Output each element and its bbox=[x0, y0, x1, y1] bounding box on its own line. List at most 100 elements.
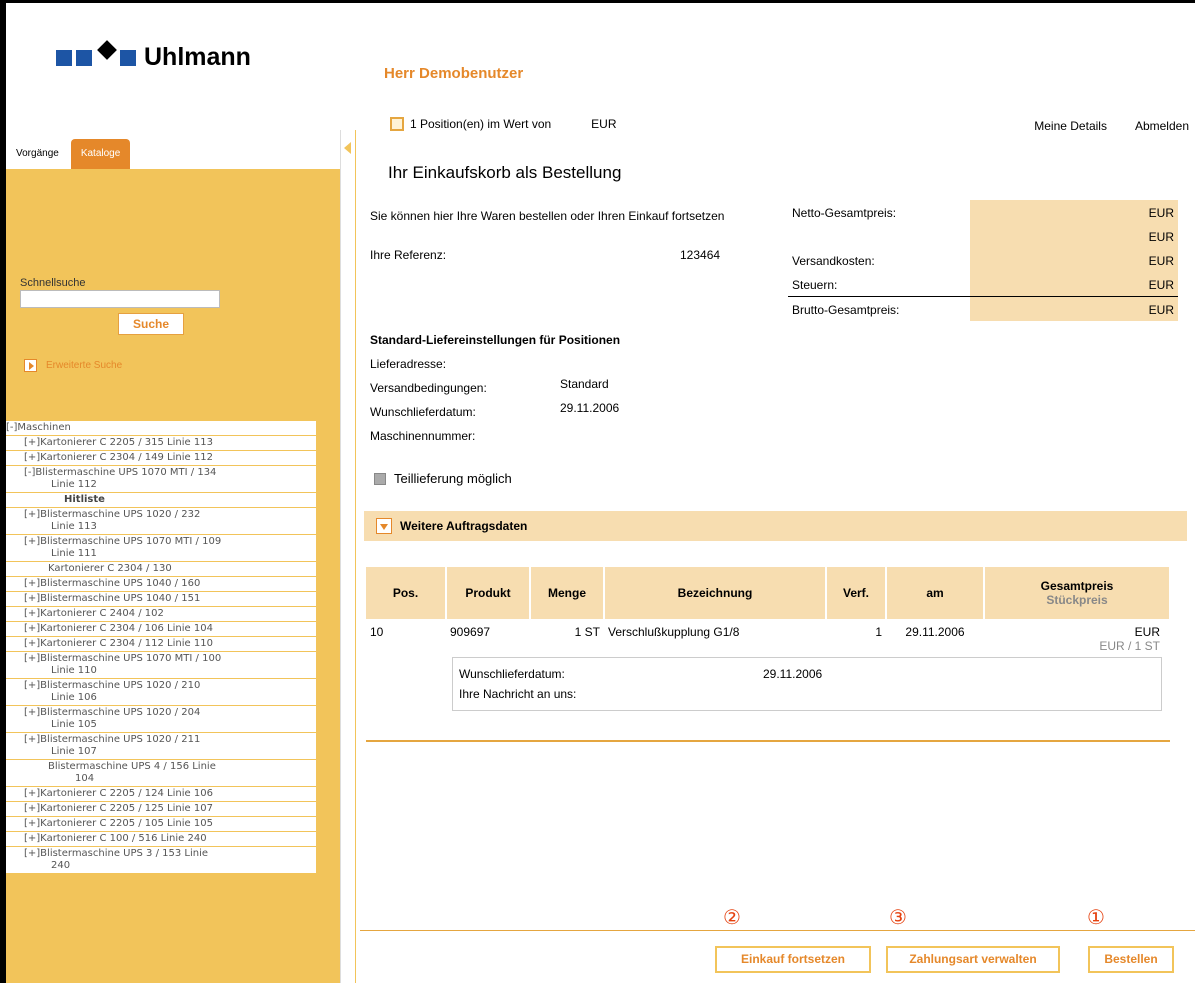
tree-node[interactable]: [+]Kartonierer C 2404 / 102 bbox=[6, 607, 316, 622]
main-content: Herr Demobenutzer 1 Position(en) im Wert… bbox=[360, 3, 1195, 983]
top-links: Meine Details Abmelden bbox=[1034, 119, 1189, 133]
partial-delivery-checkbox[interactable] bbox=[374, 472, 386, 485]
sidebar-collapse-bar[interactable] bbox=[340, 130, 356, 983]
tree-node-label: [+]Blistermaschine UPS 1020 / 232 bbox=[24, 509, 201, 520]
tree-node-label-cont: 240 bbox=[51, 860, 71, 871]
manage-payment-button[interactable]: Zahlungsart verwalten bbox=[886, 946, 1060, 973]
tab-kataloge[interactable]: Kataloge bbox=[70, 139, 131, 169]
tree-node-label: [+]Blistermaschine UPS 1020 / 211 bbox=[24, 734, 201, 745]
brand-logo: Uhlmann bbox=[56, 39, 251, 72]
cart-icon[interactable] bbox=[390, 117, 404, 131]
tree-node-label-cont: Linie 105 bbox=[51, 719, 97, 730]
my-details-link[interactable]: Meine Details bbox=[1034, 119, 1107, 133]
tree-node-label: [+]Kartonierer C 2205 / 315 Linie 113 bbox=[24, 437, 213, 448]
table-detail-row: Wunschlieferdatum: 29.11.2006 Ihre Nachr… bbox=[366, 653, 1170, 711]
logout-link[interactable]: Abmelden bbox=[1135, 119, 1189, 133]
arrow-right-icon bbox=[24, 359, 37, 372]
tree-node[interactable]: [-]Maschinen bbox=[6, 421, 316, 436]
totals-box: Netto-Gesamtpreis: EUR EUR Versandkosten:… bbox=[788, 200, 1178, 321]
continue-shopping-button[interactable]: Einkauf fortsetzen bbox=[715, 946, 871, 973]
search-button[interactable]: Suche bbox=[118, 313, 184, 335]
sidebar-tabs: Vorgänge Kataloge bbox=[6, 135, 131, 169]
cell-bezeichnung: Verschlußkupplung G1/8 bbox=[608, 625, 740, 639]
delivery-settings-title: Standard-Liefereinstellungen für Positio… bbox=[370, 333, 621, 347]
reference-label: Ihre Referenz: bbox=[370, 248, 447, 262]
col-verf: Verf. bbox=[826, 567, 887, 619]
tree-node[interactable]: [+]Kartonierer C 2304 / 149 Linie 112 bbox=[6, 451, 316, 466]
tree-node-label: [+]Blistermaschine UPS 1070 MTI / 100 bbox=[24, 653, 222, 664]
intro-text: Sie können hier Ihre Waren bestellen ode… bbox=[370, 209, 725, 223]
col-pos: Pos. bbox=[366, 567, 447, 619]
partial-delivery-label: Teillieferung möglich bbox=[394, 471, 512, 486]
shipping-value: EUR bbox=[970, 248, 1178, 272]
advanced-search-label: Erweiterte Suche bbox=[46, 360, 123, 371]
table-header-row: Pos. Produkt Menge Bezeichnung Verf. am … bbox=[366, 567, 1171, 619]
shipping-terms-value: Standard bbox=[560, 377, 609, 391]
user-name: Herr Demobenutzer bbox=[384, 65, 524, 82]
tree-node[interactable]: [+]Blistermaschine UPS 1070 MTI / 100 Lin… bbox=[6, 652, 316, 679]
tree-node[interactable]: [+]Blistermaschine UPS 1070 MTI / 109 Lin… bbox=[6, 535, 316, 562]
tree-node[interactable]: [+]Kartonierer C 2205 / 315 Linie 113 bbox=[6, 436, 316, 451]
brutto-label: Brutto-Gesamtpreis: bbox=[792, 303, 900, 317]
tree-node-label: [+]Kartonierer C 2304 / 106 Linie 104 bbox=[24, 623, 213, 634]
tree-node-label: [-]Blistermaschine UPS 1070 MTI / 134 bbox=[24, 467, 217, 478]
item-detail-box: Wunschlieferdatum: 29.11.2006 Ihre Nachr… bbox=[452, 657, 1162, 711]
more-order-data-toggle[interactable]: Weitere Auftragsdaten bbox=[364, 511, 1187, 541]
tab-vorgaenge[interactable]: Vorgänge bbox=[6, 139, 69, 169]
tree-node[interactable]: Kartonierer C 2304 / 130 bbox=[6, 562, 316, 577]
col-am: am bbox=[886, 567, 985, 619]
tax-value: EUR bbox=[970, 272, 1178, 296]
tree-node[interactable]: Hitliste bbox=[6, 493, 316, 508]
tree-node[interactable]: [+]Kartonierer C 2205 / 105 Linie 105 bbox=[6, 817, 316, 832]
tree-node-label: [+]Kartonierer C 2205 / 125 Linie 107 bbox=[24, 803, 213, 814]
tree-node-label: [+]Blistermaschine UPS 3 / 153 Linie bbox=[24, 848, 209, 859]
tree-node[interactable]: [+]Blistermaschine UPS 1040 / 151 bbox=[6, 592, 316, 607]
reference-value: 123464 bbox=[680, 248, 721, 262]
cell-am: 29.11.2006 bbox=[905, 625, 965, 639]
tree-node[interactable]: [+]Blistermaschine UPS 1020 / 210 Linie 1… bbox=[6, 679, 316, 706]
tree-node-label: Kartonierer C 2304 / 130 bbox=[48, 563, 172, 574]
col-bezeichnung: Bezeichnung bbox=[604, 567, 827, 619]
netto-label: Netto-Gesamtpreis: bbox=[792, 206, 897, 220]
cart-summary: 1 Position(en) im Wert von EUR bbox=[390, 117, 617, 131]
cell-pos: 10 bbox=[370, 625, 384, 639]
collapse-left-icon[interactable] bbox=[344, 142, 351, 154]
cell-stueckpreis: EUR / 1 ST bbox=[1099, 639, 1160, 653]
shipping-terms-label: Versandbedingungen: bbox=[370, 381, 487, 395]
marker-continue: ② bbox=[723, 907, 741, 929]
desired-date-label: Wunschlieferdatum: bbox=[370, 405, 476, 419]
reference: Ihre Referenz: 123464 bbox=[370, 248, 720, 262]
cell-gesamt: EUR EUR / 1 ST bbox=[984, 619, 1170, 653]
tree-node[interactable]: [+]Blistermaschine UPS 3 / 153 Linie 240 bbox=[6, 847, 316, 874]
tree-node-label-cont: Linie 106 bbox=[51, 692, 97, 703]
tree-node[interactable]: [-]Blistermaschine UPS 1070 MTI / 134 Lin… bbox=[6, 466, 316, 493]
col-menge: Menge bbox=[530, 567, 605, 619]
tree-node-label: [+]Kartonierer C 2304 / 149 Linie 112 bbox=[24, 452, 213, 463]
tree-node[interactable]: [+]Kartonierer C 2205 / 124 Linie 106 bbox=[6, 787, 316, 802]
tree-node-label: [+]Kartonierer C 2205 / 124 Linie 106 bbox=[24, 788, 213, 799]
more-order-data-label: Weitere Auftragsdaten bbox=[400, 519, 528, 533]
tree-node-label-cont: Linie 111 bbox=[51, 548, 97, 559]
quick-search-label: Schnellsuche bbox=[20, 277, 86, 289]
sidebar: Uhlmann Vorgänge Kataloge Schnellsuche S… bbox=[6, 3, 340, 983]
item-date-value: 29.11.2006 bbox=[763, 667, 823, 681]
tree-node-label-cont: 104 bbox=[75, 773, 95, 784]
partial-delivery[interactable]: Teillieferung möglich bbox=[374, 471, 512, 486]
tree-node[interactable]: [+]Blistermaschine UPS 1020 / 211 Linie 1… bbox=[6, 733, 316, 760]
tree-node[interactable]: [+]Kartonierer C 100 / 516 Linie 240 bbox=[6, 832, 316, 847]
tree-node[interactable]: [+]Kartonierer C 2304 / 106 Linie 104 bbox=[6, 622, 316, 637]
tree-node[interactable]: [+]Kartonierer C 2205 / 125 Linie 107 bbox=[6, 802, 316, 817]
order-button[interactable]: Bestellen bbox=[1088, 946, 1174, 973]
tree-node-label: [+]Kartonierer C 2304 / 112 Linie 110 bbox=[24, 638, 213, 649]
tree-node-label: [+]Kartonierer C 100 / 516 Linie 240 bbox=[24, 833, 207, 844]
tree-node[interactable]: Blistermaschine UPS 4 / 156 Linie 104 bbox=[6, 760, 316, 787]
quick-search-input[interactable] bbox=[20, 290, 220, 308]
tree-node[interactable]: [+]Blistermaschine UPS 1020 / 204 Linie 1… bbox=[6, 706, 316, 733]
page-title: Ihr Einkaufskorb als Bestellung bbox=[388, 163, 622, 182]
tree-node[interactable]: [+]Kartonierer C 2304 / 112 Linie 110 bbox=[6, 637, 316, 652]
advanced-search-link[interactable]: Erweiterte Suche bbox=[24, 359, 122, 372]
delivery-settings: Lieferadresse: Versandbedingungen: Standa… bbox=[370, 357, 619, 453]
tree-node[interactable]: [+]Blistermaschine UPS 1020 / 232 Linie 1… bbox=[6, 508, 316, 535]
machine-number-label: Maschinennummer: bbox=[370, 429, 476, 443]
tree-node[interactable]: [+]Blistermaschine UPS 1040 / 160 bbox=[6, 577, 316, 592]
